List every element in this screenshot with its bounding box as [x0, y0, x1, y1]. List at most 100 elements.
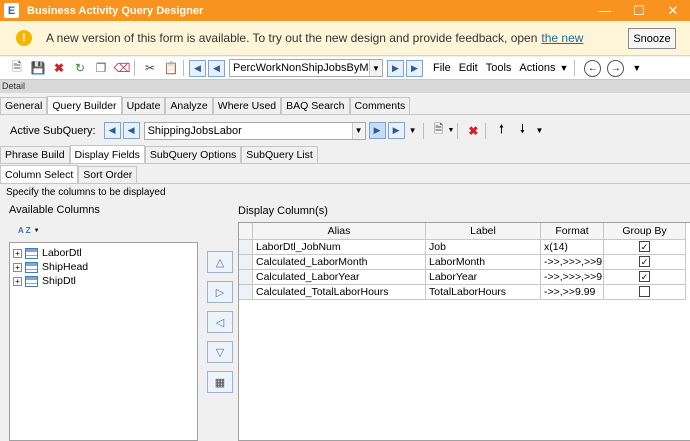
group-by-checkbox[interactable]: [639, 286, 650, 297]
available-columns-tree[interactable]: + LaborDtl + ShipHead + ShipDtl: [9, 242, 198, 441]
column-header-label[interactable]: Label: [426, 223, 541, 240]
notice-text: A new version of this form is available.…: [46, 31, 538, 45]
column-header-format[interactable]: Format: [541, 223, 604, 240]
refresh-icon[interactable]: ↻: [71, 59, 89, 77]
menu-edit[interactable]: Edit: [459, 62, 478, 74]
tree-node-shiphead[interactable]: + ShipHead: [13, 261, 88, 273]
remove-column-button[interactable]: ◁: [207, 311, 233, 333]
tab-display-fields[interactable]: Display Fields: [69, 145, 145, 163]
tree-node-shipdtl[interactable]: + ShipDtl: [13, 275, 76, 287]
back-icon[interactable]: ←: [584, 59, 602, 77]
toolbar-divider: [485, 122, 487, 139]
alias-cell[interactable]: Calculated_LaborMonth: [253, 255, 426, 270]
tab-baq-search[interactable]: BAQ Search: [281, 97, 350, 114]
label-cell[interactable]: LaborMonth: [426, 255, 541, 270]
menu-actions[interactable]: Actions: [519, 62, 555, 74]
column-header-alias[interactable]: Alias: [253, 223, 426, 240]
chevron-down-icon[interactable]: ▼: [351, 122, 365, 139]
format-cell[interactable]: ->>,>>>,>>9: [541, 270, 604, 285]
label-cell[interactable]: TotalLaborHours: [426, 285, 541, 300]
display-columns-grid[interactable]: Alias Label Format Group By LaborDtl_Job…: [238, 222, 690, 441]
previous-record-icon[interactable]: ◀: [208, 59, 225, 77]
tab-update[interactable]: Update: [121, 97, 166, 114]
chevron-down-icon[interactable]: ▼: [34, 228, 40, 234]
new-design-link[interactable]: the new: [541, 31, 583, 45]
chevron-down-icon[interactable]: ▼: [448, 127, 455, 134]
more-icon[interactable]: ▼: [632, 63, 641, 73]
tab-general[interactable]: General: [0, 97, 48, 114]
table-row[interactable]: Calculated_LaborMonth LaborMonth ->>,>>>…: [239, 255, 686, 270]
alias-cell[interactable]: Calculated_TotalLaborHours: [253, 285, 426, 300]
maximize-icon[interactable]: ☐: [622, 0, 656, 21]
overflow-icon[interactable]: ▼: [559, 63, 568, 73]
tab-comments[interactable]: Comments: [349, 97, 411, 114]
next-subquery-icon[interactable]: ▶: [368, 122, 386, 139]
menu-file[interactable]: File: [433, 62, 451, 74]
expand-icon[interactable]: +: [13, 262, 22, 272]
table-icon: [25, 275, 38, 287]
format-cell[interactable]: ->>,>>9.99: [541, 285, 604, 300]
add-column-button[interactable]: ▷: [207, 281, 233, 303]
move-down-icon[interactable]: 🠗: [513, 122, 531, 140]
previous-subquery-icon[interactable]: ◀: [122, 122, 140, 139]
new-subquery-icon[interactable]: 🗎: [430, 122, 448, 140]
chevron-down-icon[interactable]: ▼: [369, 60, 382, 76]
group-by-checkbox[interactable]: ✓: [639, 256, 650, 267]
tab-sort-order[interactable]: Sort Order: [78, 166, 138, 183]
group-by-checkbox[interactable]: ✓: [639, 271, 650, 282]
row-selector[interactable]: [239, 255, 253, 270]
alias-cell[interactable]: LaborDtl_JobNum: [253, 240, 426, 255]
tab-subquery-list[interactable]: SubQuery List: [241, 146, 318, 163]
delete-icon[interactable]: ✖: [50, 59, 68, 77]
forward-icon[interactable]: →: [607, 59, 625, 77]
overflow-icon[interactable]: ▼: [409, 126, 417, 135]
new-icon[interactable]: 🗎: [8, 59, 26, 77]
row-selector[interactable]: [239, 240, 253, 255]
snooze-button[interactable]: Snooze: [628, 28, 676, 49]
format-cell[interactable]: ->>,>>>,>>9: [541, 255, 604, 270]
group-by-checkbox[interactable]: ✓: [639, 241, 650, 252]
last-record-icon[interactable]: ▶: [406, 59, 423, 77]
sort-az-icon[interactable]: A Z ▼: [18, 226, 40, 235]
tab-where-used[interactable]: Where Used: [212, 97, 282, 114]
menu-tools[interactable]: Tools: [486, 62, 512, 74]
move-up-button[interactable]: △: [207, 251, 233, 273]
table-row[interactable]: LaborDtl_JobNum Job x(14) ✓: [239, 240, 686, 255]
tab-subquery-options[interactable]: SubQuery Options: [144, 146, 242, 163]
label-cell[interactable]: LaborYear: [426, 270, 541, 285]
cut-icon[interactable]: ✂: [141, 59, 159, 77]
table-row[interactable]: Calculated_LaborYear LaborYear ->>,>>>,>…: [239, 270, 686, 285]
table-row[interactable]: Calculated_TotalLaborHours TotalLaborHou…: [239, 285, 686, 300]
tab-column-select[interactable]: Column Select: [0, 165, 79, 183]
row-selector[interactable]: [239, 285, 253, 300]
tab-query-builder[interactable]: Query Builder: [47, 96, 122, 114]
clear-icon[interactable]: ⌫: [113, 59, 131, 77]
tree-node-labordtl[interactable]: + LaborDtl: [13, 247, 82, 259]
first-subquery-icon[interactable]: ◀: [103, 122, 121, 139]
calculator-icon[interactable]: ▦: [207, 371, 233, 393]
last-subquery-icon[interactable]: ▶: [387, 122, 405, 139]
tab-phrase-build[interactable]: Phrase Build: [0, 146, 70, 163]
tab-analyze[interactable]: Analyze: [165, 97, 213, 114]
subquery-combo[interactable]: ShippingJobsLabor ▼: [143, 121, 366, 140]
next-record-icon[interactable]: ▶: [387, 59, 404, 77]
paste-icon[interactable]: 📋: [162, 59, 180, 77]
column-header-group-by[interactable]: Group By: [604, 223, 686, 240]
overflow-icon[interactable]: ▼: [535, 126, 543, 135]
copy-icon[interactable]: ❐: [92, 59, 110, 77]
move-down-button[interactable]: ▽: [207, 341, 233, 363]
move-up-icon[interactable]: 🠕: [492, 122, 510, 140]
first-record-icon[interactable]: ◀: [189, 59, 206, 77]
save-icon[interactable]: 💾: [29, 59, 47, 77]
update-notice: ! A new version of this form is availabl…: [0, 21, 690, 56]
expand-icon[interactable]: +: [13, 276, 22, 286]
label-cell[interactable]: Job: [426, 240, 541, 255]
minimize-icon[interactable]: —: [588, 0, 622, 21]
row-selector[interactable]: [239, 270, 253, 285]
query-id-combo[interactable]: PercWorkNonShipJobsByMon ▼: [229, 59, 383, 77]
close-icon[interactable]: ✕: [656, 0, 690, 21]
delete-subquery-icon[interactable]: ✖: [464, 122, 482, 140]
format-cell[interactable]: x(14): [541, 240, 604, 255]
expand-icon[interactable]: +: [13, 248, 22, 258]
alias-cell[interactable]: Calculated_LaborYear: [253, 270, 426, 285]
